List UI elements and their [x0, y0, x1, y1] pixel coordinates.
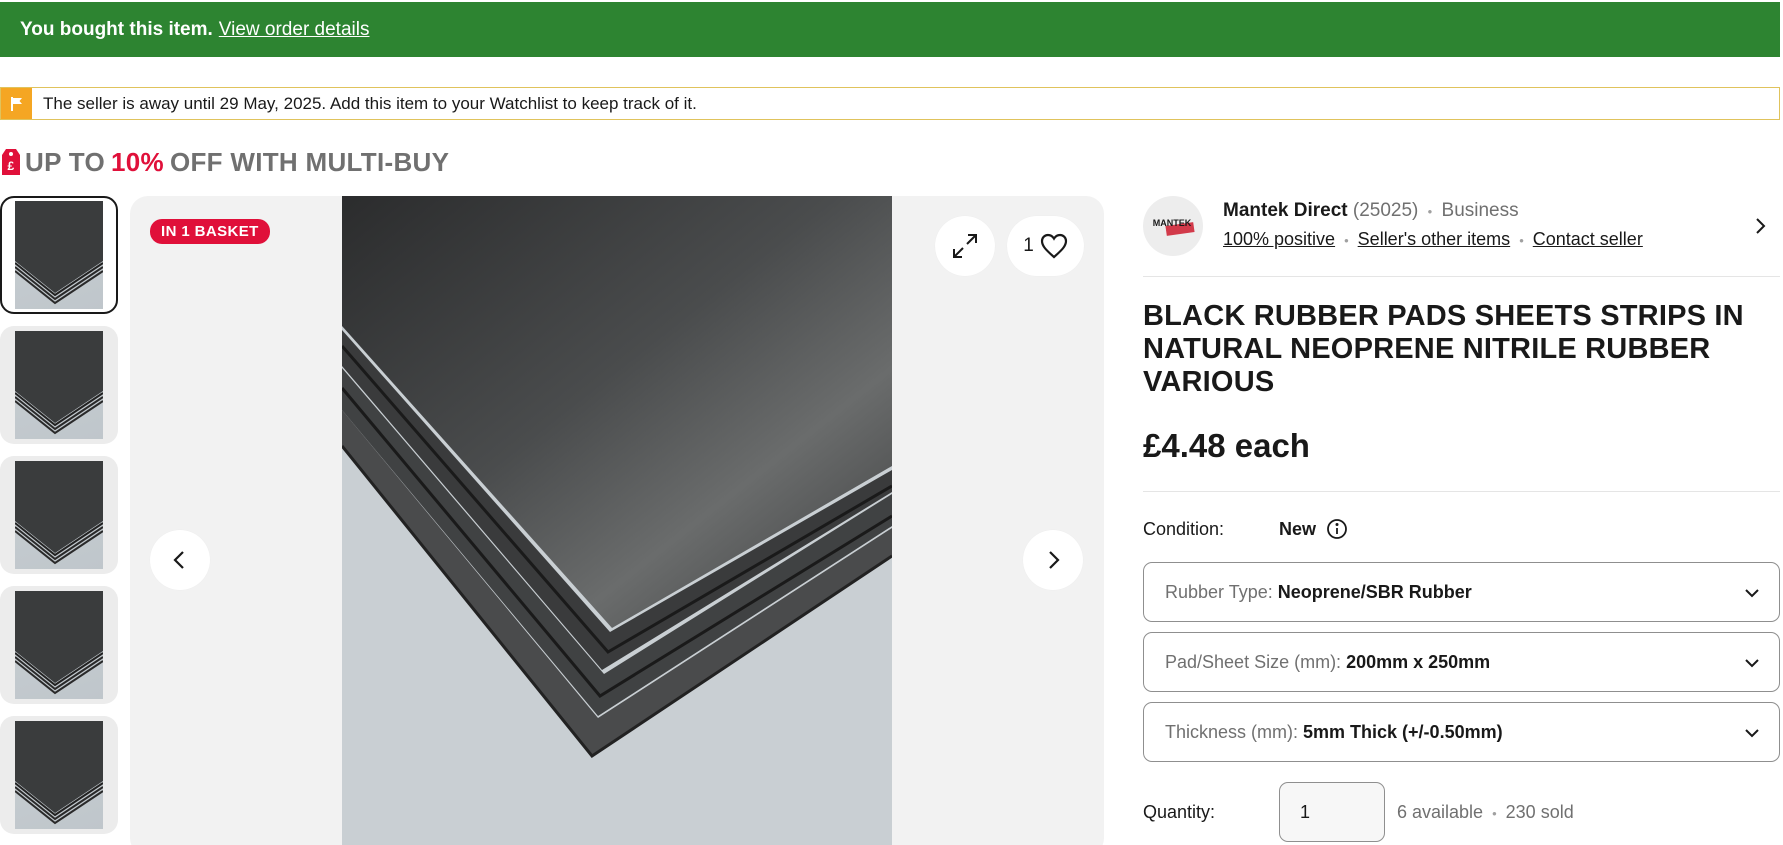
separator-dot: • [1519, 233, 1524, 248]
view-order-details-link[interactable]: View order details [219, 19, 370, 41]
quantity-label: Quantity: [1143, 801, 1216, 822]
promo-prefix: UP TO [25, 146, 106, 177]
quantity-input[interactable] [1279, 782, 1385, 842]
thumbnail-4[interactable] [0, 586, 118, 704]
variant-value: 200mm x 250mm [1346, 651, 1491, 672]
info-icon[interactable] [1326, 518, 1348, 540]
heart-icon [1040, 233, 1067, 259]
expand-icon [953, 234, 977, 258]
next-image-button[interactable] [1023, 530, 1083, 590]
condition-label: Condition: [1143, 518, 1225, 539]
item-title: BLACK RUBBER PADS SHEETS STRIPS IN NATUR… [1143, 300, 1744, 398]
image-gallery: IN 1 BASKET 1 [130, 196, 1104, 845]
seller-links: 100% positive • Seller's other items • C… [1223, 229, 1643, 250]
divider [1143, 276, 1780, 277]
seller-away-notice: The seller is away until 29 May, 2025. A… [0, 87, 1780, 120]
seller-logo[interactable]: MANTEK [1143, 196, 1203, 256]
thumbnail-image [15, 201, 103, 309]
condition-value: New [1279, 518, 1317, 539]
watchlist-button[interactable]: 1 [1007, 216, 1084, 276]
seller-feedback-count: (25025) [1352, 200, 1419, 221]
stock-info: 6 available • 230 sold [1397, 802, 1574, 823]
item-price: £4.48 each [1143, 427, 1310, 464]
watch-count: 1 [1023, 235, 1034, 256]
variant-value: Neoprene/SBR Rubber [1277, 581, 1472, 602]
seller-summary: Mantek Direct (25025) • Business [1223, 200, 1519, 222]
promo-suffix: OFF WITH MULTI-BUY [169, 146, 450, 177]
flag-icon [1, 88, 32, 119]
promo-percent: 10% [111, 146, 164, 177]
in-basket-badge: IN 1 BASKET [150, 219, 270, 244]
separator-dot: • [1344, 233, 1349, 248]
expand-image-button[interactable] [935, 216, 995, 276]
sold-count: 230 sold [1505, 801, 1574, 822]
thumbnail-image [15, 331, 103, 439]
rubber-type-select[interactable]: Rubber Type: Neoprene/SBR Rubber [1143, 562, 1780, 622]
main-product-image[interactable] [342, 196, 892, 845]
svg-text:£: £ [8, 159, 15, 173]
seller-other-items-link[interactable]: Seller's other items [1358, 229, 1511, 249]
divider [1143, 491, 1780, 492]
variant-label: Thickness (mm): [1165, 721, 1299, 742]
thumbnail-5[interactable] [0, 716, 118, 834]
separator-dot: • [1427, 204, 1433, 219]
price-tag-icon: £ [2, 149, 20, 175]
multibuy-promo: £ UP TO 10% OFF WITH MULTI-BUY [0, 144, 449, 180]
thumbnail-1[interactable] [0, 196, 118, 314]
chevron-down-icon [1745, 729, 1759, 738]
chevron-left-icon [173, 551, 184, 569]
separator-dot: • [1492, 805, 1497, 821]
purchased-banner: You bought this item. View order details [0, 2, 1780, 57]
positive-feedback-link[interactable]: 100% positive [1223, 229, 1335, 249]
available-count: 6 available [1397, 801, 1484, 822]
chevron-right-icon [1049, 551, 1060, 569]
thumbnail-3[interactable] [0, 456, 118, 574]
condition-row: Condition: New [1143, 518, 1348, 540]
purchased-message: You bought this item. [20, 18, 213, 40]
variant-label: Rubber Type: [1165, 581, 1273, 602]
previous-image-button[interactable] [150, 530, 210, 590]
seller-type: Business [1441, 200, 1519, 221]
thumbnail-strip [0, 196, 121, 845]
thumbnail-2[interactable] [0, 326, 118, 444]
thumbnail-image [15, 721, 103, 829]
chevron-right-icon[interactable] [1750, 216, 1770, 236]
thickness-select[interactable]: Thickness (mm): 5mm Thick (+/-0.50mm) [1143, 702, 1780, 762]
variant-label: Pad/Sheet Size (mm): [1165, 651, 1342, 672]
seller-card: MANTEK Mantek Direct (25025) • Business … [1143, 196, 1780, 276]
chevron-down-icon [1745, 589, 1759, 598]
sheet-size-select[interactable]: Pad/Sheet Size (mm): 200mm x 250mm [1143, 632, 1780, 692]
variant-value: 5mm Thick (+/-0.50mm) [1303, 721, 1503, 742]
quantity-row: Quantity: 6 available • 230 sold [1143, 782, 1574, 842]
seller-away-text: The seller is away until 29 May, 2025. A… [43, 93, 697, 113]
chevron-down-icon [1745, 659, 1759, 668]
seller-name[interactable]: Mantek Direct [1223, 200, 1348, 221]
contact-seller-link[interactable]: Contact seller [1533, 229, 1643, 249]
thumbnail-image [15, 591, 103, 699]
thumbnail-image [15, 461, 103, 569]
seller-logo-text: MANTEK [1153, 218, 1192, 228]
